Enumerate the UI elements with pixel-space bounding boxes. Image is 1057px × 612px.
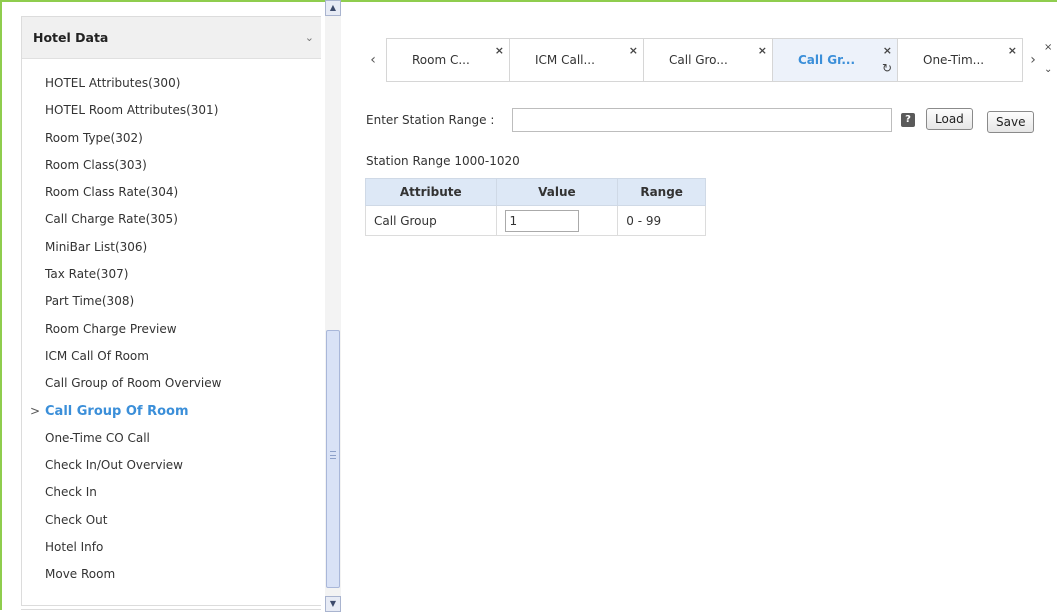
sidebar-item-label: Room Type(302)	[45, 130, 143, 145]
call-group-value-input[interactable]	[504, 209, 579, 232]
cell-range: 0 - 99	[617, 205, 706, 236]
close-icon[interactable]: ×	[883, 44, 892, 57]
close-icon[interactable]: ×	[629, 44, 638, 57]
sidebar-item-room-charge-preview[interactable]: Room Charge Preview	[22, 316, 321, 343]
sidebar-item-label: HOTEL Room Attributes(301)	[45, 103, 219, 118]
sidebar-item-label: Call Group Of Room	[45, 403, 189, 419]
tab-icm-call[interactable]: ICM Call... ×	[509, 38, 644, 82]
tab-call-group-overview[interactable]: Call Gro... ×	[643, 38, 773, 82]
table-header-row: Attribute Value Range	[365, 178, 706, 206]
sidebar-item-label: ICM Call Of Room	[45, 348, 149, 363]
sidebar: Hotel Data ⌄ HOTEL Attributes(300) HOTEL…	[9, 8, 321, 610]
sidebar-item-icm-call-of-room[interactable]: ICM Call Of Room	[22, 343, 321, 370]
station-range-label: Enter Station Range :	[366, 113, 495, 127]
tab-label: One-Tim...	[923, 53, 985, 67]
tab-call-group-of-room[interactable]: Call Gr... × ↻	[772, 38, 898, 82]
station-range-row: Enter Station Range : ? Load Save	[366, 108, 1035, 133]
save-button[interactable]: Save	[987, 111, 1035, 133]
sidebar-item-label: Check In/Out Overview	[45, 458, 183, 473]
sidebar-item-room-class-rate[interactable]: Room Class Rate(304)	[22, 179, 321, 206]
chevron-down-icon[interactable]: ⌄	[305, 31, 314, 44]
sidebar-item-hotel-attributes[interactable]: HOTEL Attributes(300)	[22, 70, 321, 97]
station-range-caption: Station Range 1000-1020	[366, 154, 520, 168]
sidebar-item-label: Call Charge Rate(305)	[45, 212, 178, 227]
column-header-range: Range	[617, 178, 706, 206]
sidebar-item-label: Check In	[45, 485, 97, 500]
attribute-table: Attribute Value Range Call Group 0 - 99	[365, 178, 706, 236]
sidebar-item-check-in-out-overview[interactable]: Check In/Out Overview	[22, 452, 321, 479]
sidebar-item-part-time[interactable]: Part Time(308)	[22, 288, 321, 315]
sidebar-item-label: Part Time(308)	[45, 294, 135, 309]
tab-label: Room C...	[412, 53, 470, 67]
sidebar-item-label: Room Class Rate(304)	[45, 185, 179, 200]
sidebar-item-call-group-of-room[interactable]: > Call Group Of Room	[22, 398, 321, 425]
column-header-value: Value	[495, 178, 619, 206]
tab-room-c[interactable]: Room C... ×	[386, 38, 510, 82]
close-all-icon[interactable]: ×	[1044, 42, 1052, 53]
sidebar-item-move-room[interactable]: Move Room	[22, 561, 321, 588]
sidebar-item-label: Hotel Info	[45, 540, 104, 555]
close-icon[interactable]: ×	[495, 44, 504, 57]
close-icon[interactable]: ×	[758, 44, 767, 57]
tab-label: ICM Call...	[535, 53, 595, 67]
sidebar-menu: HOTEL Attributes(300) HOTEL Room Attribu…	[22, 59, 321, 589]
sidebar-scrollbar[interactable]: ▲ ▼	[325, 0, 341, 612]
table-row: Call Group 0 - 99	[365, 205, 706, 236]
cell-attribute: Call Group	[365, 205, 497, 236]
panel-title: Hotel Data	[33, 30, 109, 45]
scroll-up-icon[interactable]: ▲	[325, 0, 341, 16]
sidebar-item-minibar-list[interactable]: MiniBar List(306)	[22, 234, 321, 261]
load-button[interactable]: Load	[926, 108, 973, 130]
sidebar-item-label: HOTEL Attributes(300)	[45, 76, 181, 90]
sidebar-item-call-charge-rate[interactable]: Call Charge Rate(305)	[22, 206, 321, 233]
sidebar-item-tax-rate[interactable]: Tax Rate(307)	[22, 261, 321, 288]
sidebar-item-check-in[interactable]: Check In	[22, 479, 321, 506]
tab-menu-icon[interactable]: ⌄	[1044, 64, 1052, 75]
sidebar-item-label: Move Room	[45, 567, 116, 582]
sidebar-item-hotel-room-attributes[interactable]: HOTEL Room Attributes(301)	[22, 97, 321, 124]
sidebar-item-label: MiniBar List(306)	[45, 239, 148, 254]
tab-prev-icon[interactable]: ‹	[360, 38, 386, 82]
sidebar-item-room-class[interactable]: Room Class(303)	[22, 152, 321, 179]
refresh-icon[interactable]: ↻	[882, 61, 892, 75]
station-range-input[interactable]	[512, 108, 892, 132]
tab-one-time-co-call[interactable]: One-Tim... ×	[897, 38, 1023, 82]
hotel-data-header[interactable]: Hotel Data ⌄	[22, 17, 321, 59]
chevron-right-icon: >	[30, 403, 41, 418]
sidebar-item-label: Tax Rate(307)	[45, 267, 129, 282]
cell-value	[495, 205, 619, 236]
sidebar-item-label: Check Out	[45, 512, 108, 527]
tab-next-icon[interactable]: ›	[1024, 38, 1042, 82]
scrollbar-thumb[interactable]	[326, 330, 340, 588]
close-icon[interactable]: ×	[1008, 44, 1017, 57]
tab-label: Call Gr...	[798, 53, 856, 67]
hotel-data-panel: Hotel Data ⌄ HOTEL Attributes(300) HOTEL…	[21, 16, 321, 606]
help-icon[interactable]: ?	[901, 113, 915, 127]
tab-bar: ‹ Room C... × ICM Call... × Call Gro... …	[360, 38, 1057, 82]
sidebar-item-call-group-overview[interactable]: Call Group of Room Overview	[22, 370, 321, 397]
sidebar-item-room-type[interactable]: Room Type(302)	[22, 125, 321, 152]
column-header-attribute: Attribute	[365, 178, 497, 206]
sidebar-item-label: One-Time CO Call	[45, 430, 150, 445]
grip-icon	[330, 451, 336, 459]
sidebar-item-hotel-info[interactable]: Hotel Info	[22, 534, 321, 561]
sidebar-item-label: Call Group of Room Overview	[45, 376, 222, 391]
sidebar-item-label: Room Charge Preview	[45, 321, 177, 336]
sidebar-item-label: Room Class(303)	[45, 157, 147, 172]
tab-label: Call Gro...	[669, 53, 728, 67]
sidebar-item-one-time-co-call[interactable]: One-Time CO Call	[22, 425, 321, 452]
sidebar-item-check-out[interactable]: Check Out	[22, 507, 321, 534]
